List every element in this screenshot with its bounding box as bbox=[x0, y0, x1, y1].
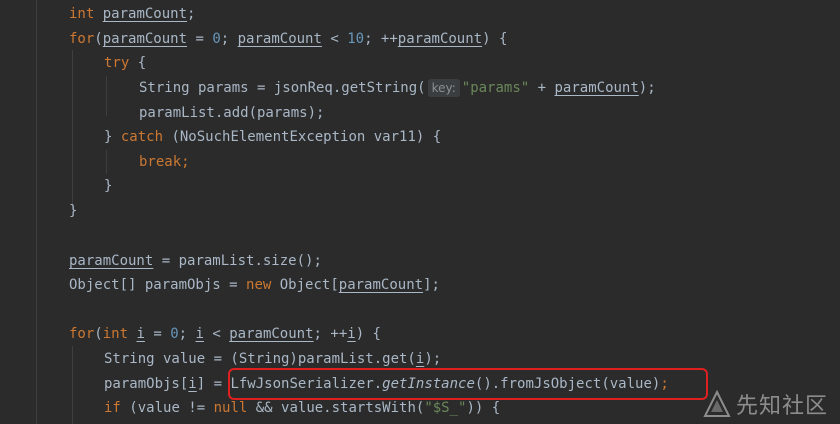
code-line: Object[] paramObjs = new Object[paramCou… bbox=[69, 277, 440, 293]
code-line: try { bbox=[104, 55, 147, 71]
parameter-hint: key: bbox=[427, 79, 460, 97]
indent-guide bbox=[106, 76, 107, 116]
code-line: int paramCount; bbox=[69, 6, 196, 22]
indent-guide bbox=[72, 50, 73, 210]
code-line: String params = jsonReq.getString(key: "p… bbox=[139, 79, 656, 97]
highlight-box bbox=[228, 368, 708, 400]
code-line: for(int i = 0; i < paramCount; ++i) { bbox=[69, 326, 381, 342]
code-editor[interactable]: int paramCount; for(paramCount = 0; para… bbox=[0, 0, 840, 424]
code-line: paramCount = paramList.size(); bbox=[69, 253, 322, 269]
indent-guide bbox=[36, 0, 37, 424]
indent-guide bbox=[106, 150, 107, 174]
code-line: } catch (NoSuchElementException var11) { bbox=[104, 129, 442, 145]
code-line: } bbox=[104, 178, 113, 194]
watermark-text: 先知社区 bbox=[735, 394, 828, 419]
code-line: paramList.add(params); bbox=[139, 105, 325, 121]
code-line: for(paramCount = 0; paramCount < 10; ++p… bbox=[69, 31, 508, 47]
code-line: break; bbox=[139, 154, 190, 170]
code-line: if (value != null && value.startsWith("$… bbox=[104, 400, 501, 416]
watermark-logo-icon bbox=[703, 389, 731, 417]
watermark: 先知社区 bbox=[702, 388, 828, 420]
code-line: } bbox=[69, 203, 78, 219]
indent-guide bbox=[72, 346, 73, 424]
code-line: String value = (String)paramList.get(i); bbox=[104, 351, 442, 367]
